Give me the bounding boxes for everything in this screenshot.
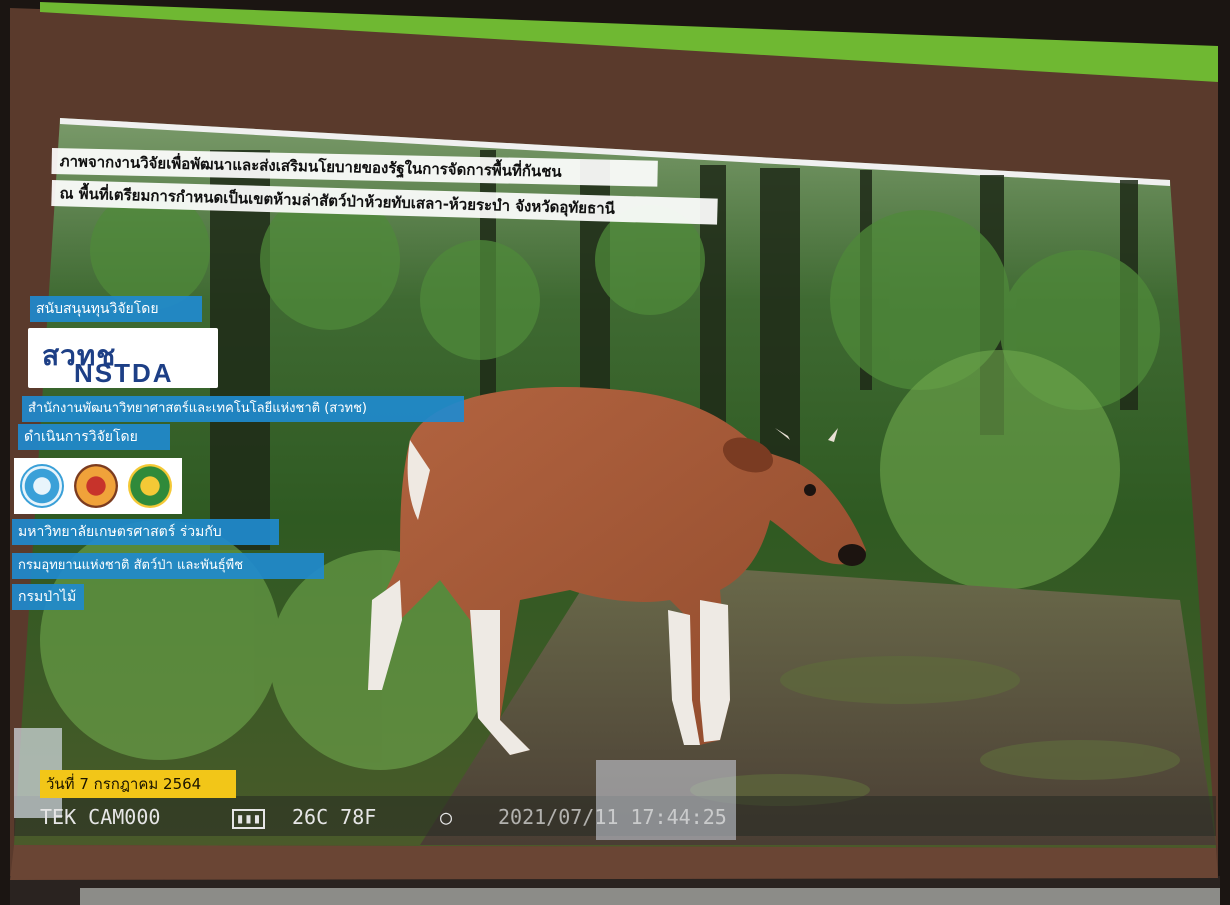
kasetsart-seal-icon — [128, 464, 172, 508]
camera-temperature: 26C 78F — [292, 805, 377, 829]
agency-label: สำนักงานพัฒนาวิทยาศาสตร์และเทคโนโลยีแห่ง… — [22, 396, 464, 422]
camera-timestamp: 2021/07/11 17:44:25 — [498, 805, 727, 829]
forestry-seal-icon — [74, 464, 118, 508]
camera-info-strip: TEK CAM000 ▮▮▮ 26C 78F ○ 2021/07/11 17:4… — [40, 802, 800, 832]
camera-id: TEK CAM000 — [40, 805, 161, 829]
nstda-logo-en: NSTDA — [74, 358, 174, 388]
forest-department-label: กรมป่าไม้ — [12, 584, 84, 610]
nstda-logo: สวทช NSTDA — [28, 328, 218, 388]
date-label: วันที่ 7 กรกฎาคม 2564 — [40, 770, 236, 798]
department-label: กรมอุทยานแห่งชาติ สัตว์ป่า และพันธุ์พืช — [12, 553, 324, 579]
battery-icon: ▮▮▮ — [232, 809, 266, 829]
dnp-seal-icon — [20, 464, 64, 508]
partner-logos — [14, 458, 182, 514]
university-label: มหาวิทยาลัยเกษตรศาสตร์ ร่วมกับ — [12, 519, 279, 545]
moon-phase-icon: ○ — [440, 805, 453, 829]
conducted-by-label: ดำเนินการวิจัยโดย — [18, 424, 170, 450]
funded-by-label: สนับสนุนทุนวิจัยโดย — [30, 296, 202, 322]
